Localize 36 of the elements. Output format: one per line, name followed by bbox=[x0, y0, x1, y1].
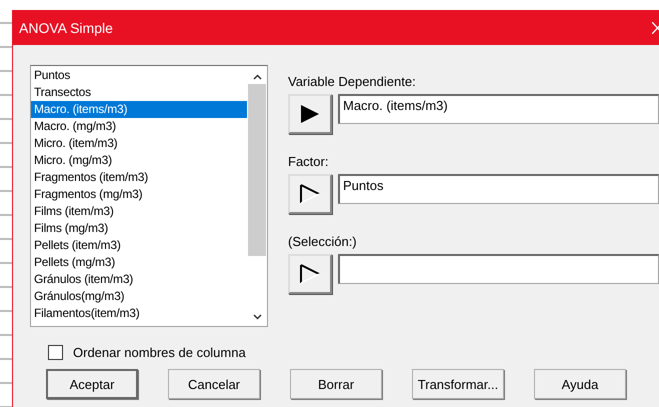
move-button[interactable] bbox=[288, 254, 332, 294]
dialog-button[interactable]: Aceptar bbox=[46, 369, 138, 399]
scroll-down-icon[interactable] bbox=[252, 314, 262, 320]
dialog-button[interactable]: Ayuda bbox=[534, 369, 626, 399]
list-item[interactable]: Fragmentos (mg/m3) bbox=[31, 186, 247, 203]
input-field[interactable] bbox=[338, 254, 659, 284]
window-title: ANOVA Simple bbox=[19, 20, 113, 36]
list-item[interactable]: Macro. (mg/m3) bbox=[31, 118, 247, 135]
list-item[interactable]: Macro. (items/m3) bbox=[31, 101, 247, 118]
move-button[interactable] bbox=[288, 94, 332, 134]
list-item[interactable]: Puntos bbox=[31, 67, 247, 84]
list-item[interactable]: Pellets (item/m3) bbox=[31, 237, 247, 254]
field-label: (Selección:) bbox=[288, 234, 358, 249]
scroll-up-icon[interactable] bbox=[252, 74, 262, 80]
list-item[interactable]: Fragmentos (item/m3) bbox=[31, 169, 247, 186]
dialog-button[interactable]: Transformar... bbox=[412, 369, 504, 399]
checkbox-label: Ordenar nombres de columna bbox=[73, 345, 246, 360]
scroll-thumb[interactable] bbox=[248, 84, 266, 256]
dialog-button[interactable]: Cancelar bbox=[168, 369, 260, 399]
input-field[interactable]: Puntos bbox=[338, 174, 659, 204]
variable-list[interactable] bbox=[30, 65, 268, 327]
list-item[interactable]: Gránulos(mg/m3) bbox=[31, 288, 247, 305]
field-label: Factor: bbox=[288, 154, 330, 169]
checkbox[interactable] bbox=[48, 345, 63, 360]
move-button[interactable] bbox=[288, 174, 332, 214]
list-item[interactable]: Micro. (mg/m3) bbox=[31, 152, 247, 169]
list-item[interactable]: Gránulos (item/m3) bbox=[31, 271, 247, 288]
list-item[interactable]: Filamentos(item/m3) bbox=[31, 305, 247, 322]
list-item[interactable]: Micro. (item/m3) bbox=[31, 135, 247, 152]
input-field[interactable]: Macro. (items/m3) bbox=[338, 94, 659, 124]
dialog-button[interactable]: Borrar bbox=[290, 369, 382, 399]
field-label: Variable Dependiente: bbox=[288, 74, 417, 89]
list-item[interactable]: Pellets (mg/m3) bbox=[31, 254, 247, 271]
list-item[interactable]: Transectos bbox=[31, 84, 247, 101]
list-item[interactable]: Films (item/m3) bbox=[31, 203, 247, 220]
list-item[interactable]: Films (mg/m3) bbox=[31, 220, 247, 237]
